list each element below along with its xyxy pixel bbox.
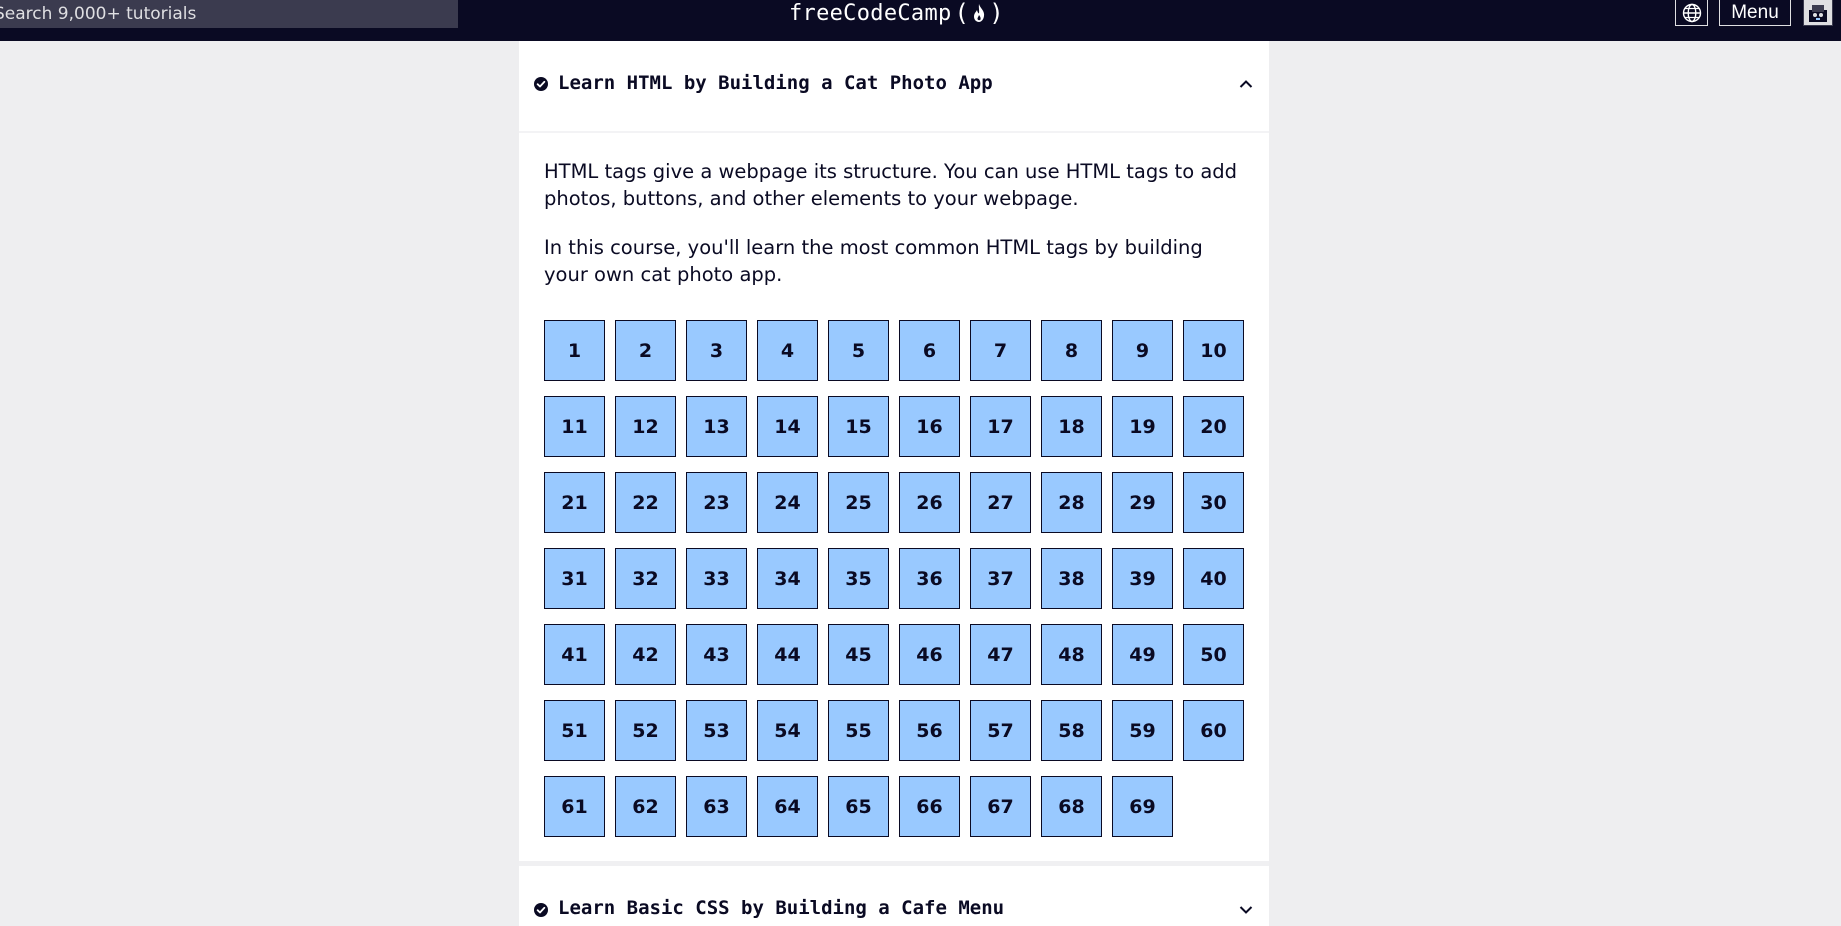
step-button[interactable]: 52 — [615, 700, 676, 761]
step-button[interactable]: 5 — [828, 320, 889, 381]
menu-button[interactable]: Menu — [1719, 0, 1791, 26]
step-button[interactable]: 69 — [1112, 776, 1173, 837]
brand-close-paren: ) — [989, 0, 1005, 27]
block-header-toggle[interactable]: Learn HTML by Building a Cat Photo App — [519, 41, 1269, 133]
step-button[interactable]: 19 — [1112, 396, 1173, 457]
step-button[interactable]: 33 — [686, 548, 747, 609]
step-button[interactable]: 54 — [757, 700, 818, 761]
step-button[interactable]: 45 — [828, 624, 889, 685]
step-button[interactable]: 68 — [1041, 776, 1102, 837]
step-button[interactable]: 3 — [686, 320, 747, 381]
step-button[interactable]: 46 — [899, 624, 960, 685]
step-button[interactable]: 51 — [544, 700, 605, 761]
step-button[interactable]: 53 — [686, 700, 747, 761]
step-button[interactable]: 16 — [899, 396, 960, 457]
step-button[interactable]: 11 — [544, 396, 605, 457]
flame-icon — [974, 4, 985, 22]
step-button[interactable]: 41 — [544, 624, 605, 685]
step-button[interactable]: 35 — [828, 548, 889, 609]
step-button[interactable]: 9 — [1112, 320, 1173, 381]
step-button[interactable]: 36 — [899, 548, 960, 609]
block-title: Learn HTML by Building a Cat Photo App — [558, 72, 993, 94]
step-button[interactable]: 58 — [1041, 700, 1102, 761]
step-button[interactable]: 20 — [1183, 396, 1244, 457]
step-button[interactable]: 63 — [686, 776, 747, 837]
globe-icon — [1682, 3, 1701, 22]
step-button[interactable]: 57 — [970, 700, 1031, 761]
caret-down-icon — [1239, 906, 1253, 914]
step-button[interactable]: 15 — [828, 396, 889, 457]
step-grid: 1 2 3 4 5 6 7 8 9 10 11 12 13 14 15 16 17 18 19 20 21 22 23 24 2… — [544, 320, 1244, 837]
search-box[interactable] — [0, 0, 458, 28]
step-button[interactable]: 28 — [1041, 472, 1102, 533]
brand-logo[interactable]: freeCodeCamp ( ) — [789, 0, 1005, 27]
step-button[interactable]: 29 — [1112, 472, 1173, 533]
avatar-icon — [1809, 4, 1827, 22]
next-block-title: Learn Basic CSS by Building a Cafe Menu — [558, 897, 1005, 919]
step-button[interactable]: 13 — [686, 396, 747, 457]
step-button[interactable]: 6 — [899, 320, 960, 381]
step-button[interactable]: 56 — [899, 700, 960, 761]
step-button[interactable]: 27 — [970, 472, 1031, 533]
step-button[interactable]: 40 — [1183, 548, 1244, 609]
step-button[interactable]: 50 — [1183, 624, 1244, 685]
step-button[interactable]: 42 — [615, 624, 676, 685]
search-input[interactable] — [0, 0, 452, 28]
step-button[interactable]: 18 — [1041, 396, 1102, 457]
brand-text: freeCodeCamp — [789, 0, 952, 26]
step-button[interactable]: 14 — [757, 396, 818, 457]
step-button[interactable]: 17 — [970, 396, 1031, 457]
step-button[interactable]: 66 — [899, 776, 960, 837]
step-button[interactable]: 10 — [1183, 320, 1244, 381]
step-button[interactable]: 8 — [1041, 320, 1102, 381]
top-nav: freeCodeCamp ( ) Menu — [0, 0, 1841, 41]
language-button[interactable] — [1675, 0, 1708, 26]
check-circle-icon — [534, 903, 548, 917]
intro-paragraph: In this course, you'll learn the most co… — [544, 236, 1203, 286]
step-button[interactable]: 48 — [1041, 624, 1102, 685]
step-button[interactable]: 21 — [544, 472, 605, 533]
step-button[interactable]: 24 — [757, 472, 818, 533]
step-button[interactable]: 43 — [686, 624, 747, 685]
step-button[interactable]: 25 — [828, 472, 889, 533]
step-button[interactable]: 59 — [1112, 700, 1173, 761]
step-button[interactable]: 26 — [899, 472, 960, 533]
step-button[interactable]: 64 — [757, 776, 818, 837]
step-button[interactable]: 2 — [615, 320, 676, 381]
step-button[interactable]: 23 — [686, 472, 747, 533]
step-button[interactable]: 4 — [757, 320, 818, 381]
step-button[interactable]: 44 — [757, 624, 818, 685]
step-button[interactable]: 37 — [970, 548, 1031, 609]
step-button[interactable]: 34 — [757, 548, 818, 609]
step-button[interactable]: 39 — [1112, 548, 1173, 609]
step-button[interactable]: 47 — [970, 624, 1031, 685]
block-intro: HTML tags give a webpage its structure. … — [544, 158, 1249, 310]
step-button[interactable]: 62 — [615, 776, 676, 837]
intro-paragraph: HTML tags give a webpage its structure. … — [544, 160, 1238, 210]
block-card: Learn HTML by Building a Cat Photo App H… — [519, 41, 1269, 861]
step-button[interactable]: 7 — [970, 320, 1031, 381]
step-button[interactable]: 60 — [1183, 700, 1244, 761]
next-block-header-toggle[interactable]: Learn Basic CSS by Building a Cafe Menu — [519, 866, 1269, 926]
step-button[interactable]: 61 — [544, 776, 605, 837]
avatar[interactable] — [1803, 0, 1833, 26]
step-button[interactable]: 12 — [615, 396, 676, 457]
step-button[interactable]: 67 — [970, 776, 1031, 837]
brand-open-paren: ( — [954, 0, 970, 27]
step-button[interactable]: 30 — [1183, 472, 1244, 533]
step-button[interactable]: 49 — [1112, 624, 1173, 685]
check-circle-icon — [534, 77, 548, 91]
step-button[interactable]: 38 — [1041, 548, 1102, 609]
caret-up-icon — [1239, 80, 1253, 88]
step-button[interactable]: 31 — [544, 548, 605, 609]
step-button[interactable]: 22 — [615, 472, 676, 533]
step-button[interactable]: 65 — [828, 776, 889, 837]
step-button[interactable]: 55 — [828, 700, 889, 761]
step-button[interactable]: 32 — [615, 548, 676, 609]
step-button[interactable]: 1 — [544, 320, 605, 381]
